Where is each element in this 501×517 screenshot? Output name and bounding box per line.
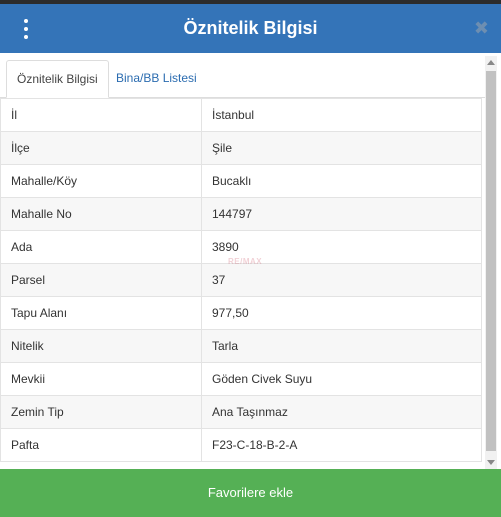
table-row: Mevkii Göden Civek Suyu — [0, 362, 482, 396]
attribute-key: Nitelik — [0, 329, 202, 363]
remax-watermark: RE/MAX — [228, 257, 263, 266]
vertical-scrollbar[interactable] — [485, 56, 497, 469]
attribute-key: Ada — [0, 230, 202, 264]
add-to-favorites-button[interactable]: Favorilere ekle — [0, 469, 501, 517]
attribute-key: İl — [0, 98, 202, 132]
attribute-value: İstanbul — [201, 98, 482, 132]
attribute-key: Mahalle/Köy — [0, 164, 202, 198]
table-row: İl İstanbul — [0, 98, 482, 132]
dialog-header: Öznitelik Bilgisi ✖ — [0, 4, 501, 53]
attribute-value: 144797 — [201, 197, 482, 231]
attribute-key: Mahalle No — [0, 197, 202, 231]
table-row: Tapu Alanı 977,50 — [0, 296, 482, 330]
scrollbar-thumb[interactable] — [486, 71, 496, 451]
attribute-value: Ana Taşınmaz — [201, 395, 482, 429]
tab-bar: Öznitelik Bilgisi Bina/BB Listesi — [0, 53, 485, 98]
table-row: Parsel 37 — [0, 263, 482, 297]
attribute-key: Zemin Tip — [0, 395, 202, 429]
table-row: Mahalle No 144797 — [0, 197, 482, 231]
close-icon[interactable]: ✖ — [474, 18, 489, 38]
attribute-value: 977,50 — [201, 296, 482, 330]
table-row: Nitelik Tarla — [0, 329, 482, 363]
scroll-up-arrow-icon[interactable] — [487, 60, 495, 65]
attribute-key: İlçe — [0, 131, 202, 165]
attribute-value: Tarla — [201, 329, 482, 363]
attribute-value: 37 — [201, 263, 482, 297]
attribute-value: Bucaklı — [201, 164, 482, 198]
table-row: Zemin Tip Ana Taşınmaz — [0, 395, 482, 429]
scroll-down-arrow-icon[interactable] — [487, 460, 495, 465]
dialog-title: Öznitelik Bilgisi — [183, 18, 318, 38]
attribute-dialog: Öznitelik Bilgisi ✖ Öznitelik Bilgisi Bi… — [0, 4, 501, 517]
attribute-table-container: İl İstanbul İlçe Şile Mahalle/Köy Bucakl… — [0, 98, 485, 470]
attribute-key: Parsel — [0, 263, 202, 297]
attribute-value: Şile — [201, 131, 482, 165]
attribute-key: Mevkii — [0, 362, 202, 396]
table-row: İlçe Şile — [0, 131, 482, 165]
attribute-table: İl İstanbul İlçe Şile Mahalle/Köy Bucakl… — [0, 98, 482, 462]
attribute-key: Tapu Alanı — [0, 296, 202, 330]
attribute-key: Pafta — [0, 428, 202, 462]
tab-bina-bb-listesi[interactable]: Bina/BB Listesi — [106, 60, 207, 96]
attribute-value: F23-C-18-B-2-A — [201, 428, 482, 462]
attribute-value: Göden Civek Suyu — [201, 362, 482, 396]
tab-oznitelik-bilgisi[interactable]: Öznitelik Bilgisi — [6, 60, 109, 98]
table-row: Pafta F23-C-18-B-2-A — [0, 428, 482, 462]
table-row: Mahalle/Köy Bucaklı — [0, 164, 482, 198]
